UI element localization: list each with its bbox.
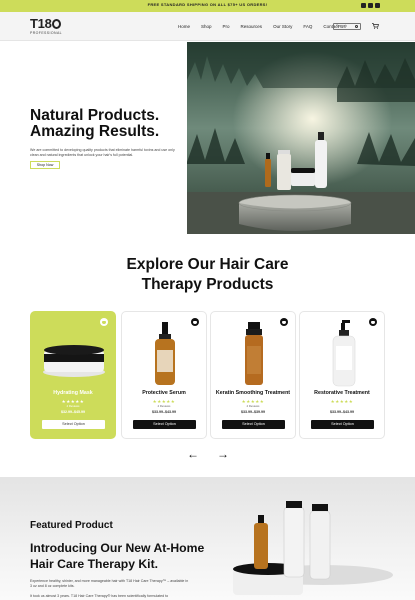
therapy-kit-image [233,501,393,595]
hero-title-line2: Amazing Results. [30,123,160,140]
select-option-button[interactable]: Select Option [42,420,105,429]
product-price: $33.99–$43.99 [152,410,176,414]
product-card-hydrating-mask[interactable]: Hydrating Mask ★★★★★ 4 Reviews $32.99–$4… [30,311,116,439]
search-placeholder: Search [336,24,348,28]
review-count: 4 Reviews [246,404,260,408]
hero-title: Natural Products. Amazing Results. [30,108,190,140]
nav-item-pro[interactable]: Pro [223,24,230,29]
products-title-line2: Therapy Products [141,276,274,293]
rating-stars: ★★★★★ [330,399,354,404]
nav-item-our-story[interactable]: Our Story [273,24,292,29]
logo-zero-icon [52,19,62,29]
product-name[interactable]: Hydrating Mask [31,390,115,396]
product-card-restorative-treatment[interactable]: Restorative Treatment ★★★★★ $33.99–$43.9… [299,311,385,439]
products-title-line1: Explore Our Hair Care [126,256,289,273]
nav-item-shop[interactable]: Shop [201,24,212,29]
cart-icon[interactable] [372,23,379,29]
facebook-icon[interactable] [368,3,373,8]
featured-label: Featured Product [30,520,113,531]
main-nav: Home Shop Pro Resources Our Story FAQ Co… [178,24,346,29]
featured-title-line1: Introducing Our New At-Home [30,541,205,555]
keratin-treatment-image [245,322,263,385]
social-links [361,3,380,8]
shop-now-button[interactable]: Shop Now [30,161,60,169]
announcement-bar: FREE STANDARD SHIPPING ON ALL $75+ US OR… [0,0,415,12]
featured-description: Experience healthy, shinier, and more ma… [30,579,189,588]
instagram-icon[interactable] [375,3,380,8]
hydrating-mask-image [43,345,105,377]
product-price: $32.99–$45.99 [61,410,85,414]
protective-serum-image [155,322,175,385]
nav-item-faq[interactable]: FAQ [303,24,312,29]
select-option-button[interactable]: Select Option [133,420,196,429]
search-icon[interactable] [355,25,358,28]
product-card-protective-serum[interactable]: Protective Serum ★★★★★ 4 Reviews $33.99–… [121,311,207,439]
product-price: $33.99–$39.99 [241,410,265,414]
featured-title: Introducing Our New At-Home Hair Care Th… [30,540,240,572]
product-name[interactable]: Restorative Treatment [300,390,384,396]
featured-description-2: It took us almost 3 years. T18 Hair Care… [30,594,169,598]
hero-title-line1: Natural Products. [30,107,160,124]
review-count: 4 Reviews [66,404,80,408]
site-header: T18 PROFESSIONAL Home Shop Pro Resources… [0,12,415,41]
nav-item-home[interactable]: Home [178,24,190,29]
brand-logo[interactable]: T18 PROFESSIONAL [30,17,62,35]
products-section-title: Explore Our Hair Care Therapy Products [0,255,415,295]
product-name[interactable]: Protective Serum [122,390,206,396]
announcement-text: FREE STANDARD SHIPPING ON ALL $75+ US OR… [147,2,268,7]
logo-text: T18 [30,16,52,31]
nav-item-resources[interactable]: Resources [241,24,263,29]
product-price: $33.99–$43.99 [330,410,354,414]
select-option-button[interactable]: Select Option [311,420,374,429]
twitter-icon[interactable] [361,3,366,8]
hero-image [187,42,415,234]
select-option-button[interactable]: Select Option [222,420,285,429]
carousel-next-arrow[interactable]: → [217,448,229,460]
carousel-prev-arrow[interactable]: ← [187,448,199,460]
review-count: 4 Reviews [157,404,171,408]
logo-tagline: PROFESSIONAL [30,31,63,35]
search-input[interactable]: Search [333,23,361,30]
restorative-treatment-image [332,320,356,387]
product-name[interactable]: Keratin Smoothing Treatment [211,390,295,396]
featured-title-line2: Hair Care Therapy Kit. [30,557,159,571]
hero-description: We are committed to developing quality p… [30,148,175,157]
product-card-keratin-smoothing[interactable]: Keratin Smoothing Treatment ★★★★★ 4 Revi… [210,311,296,439]
